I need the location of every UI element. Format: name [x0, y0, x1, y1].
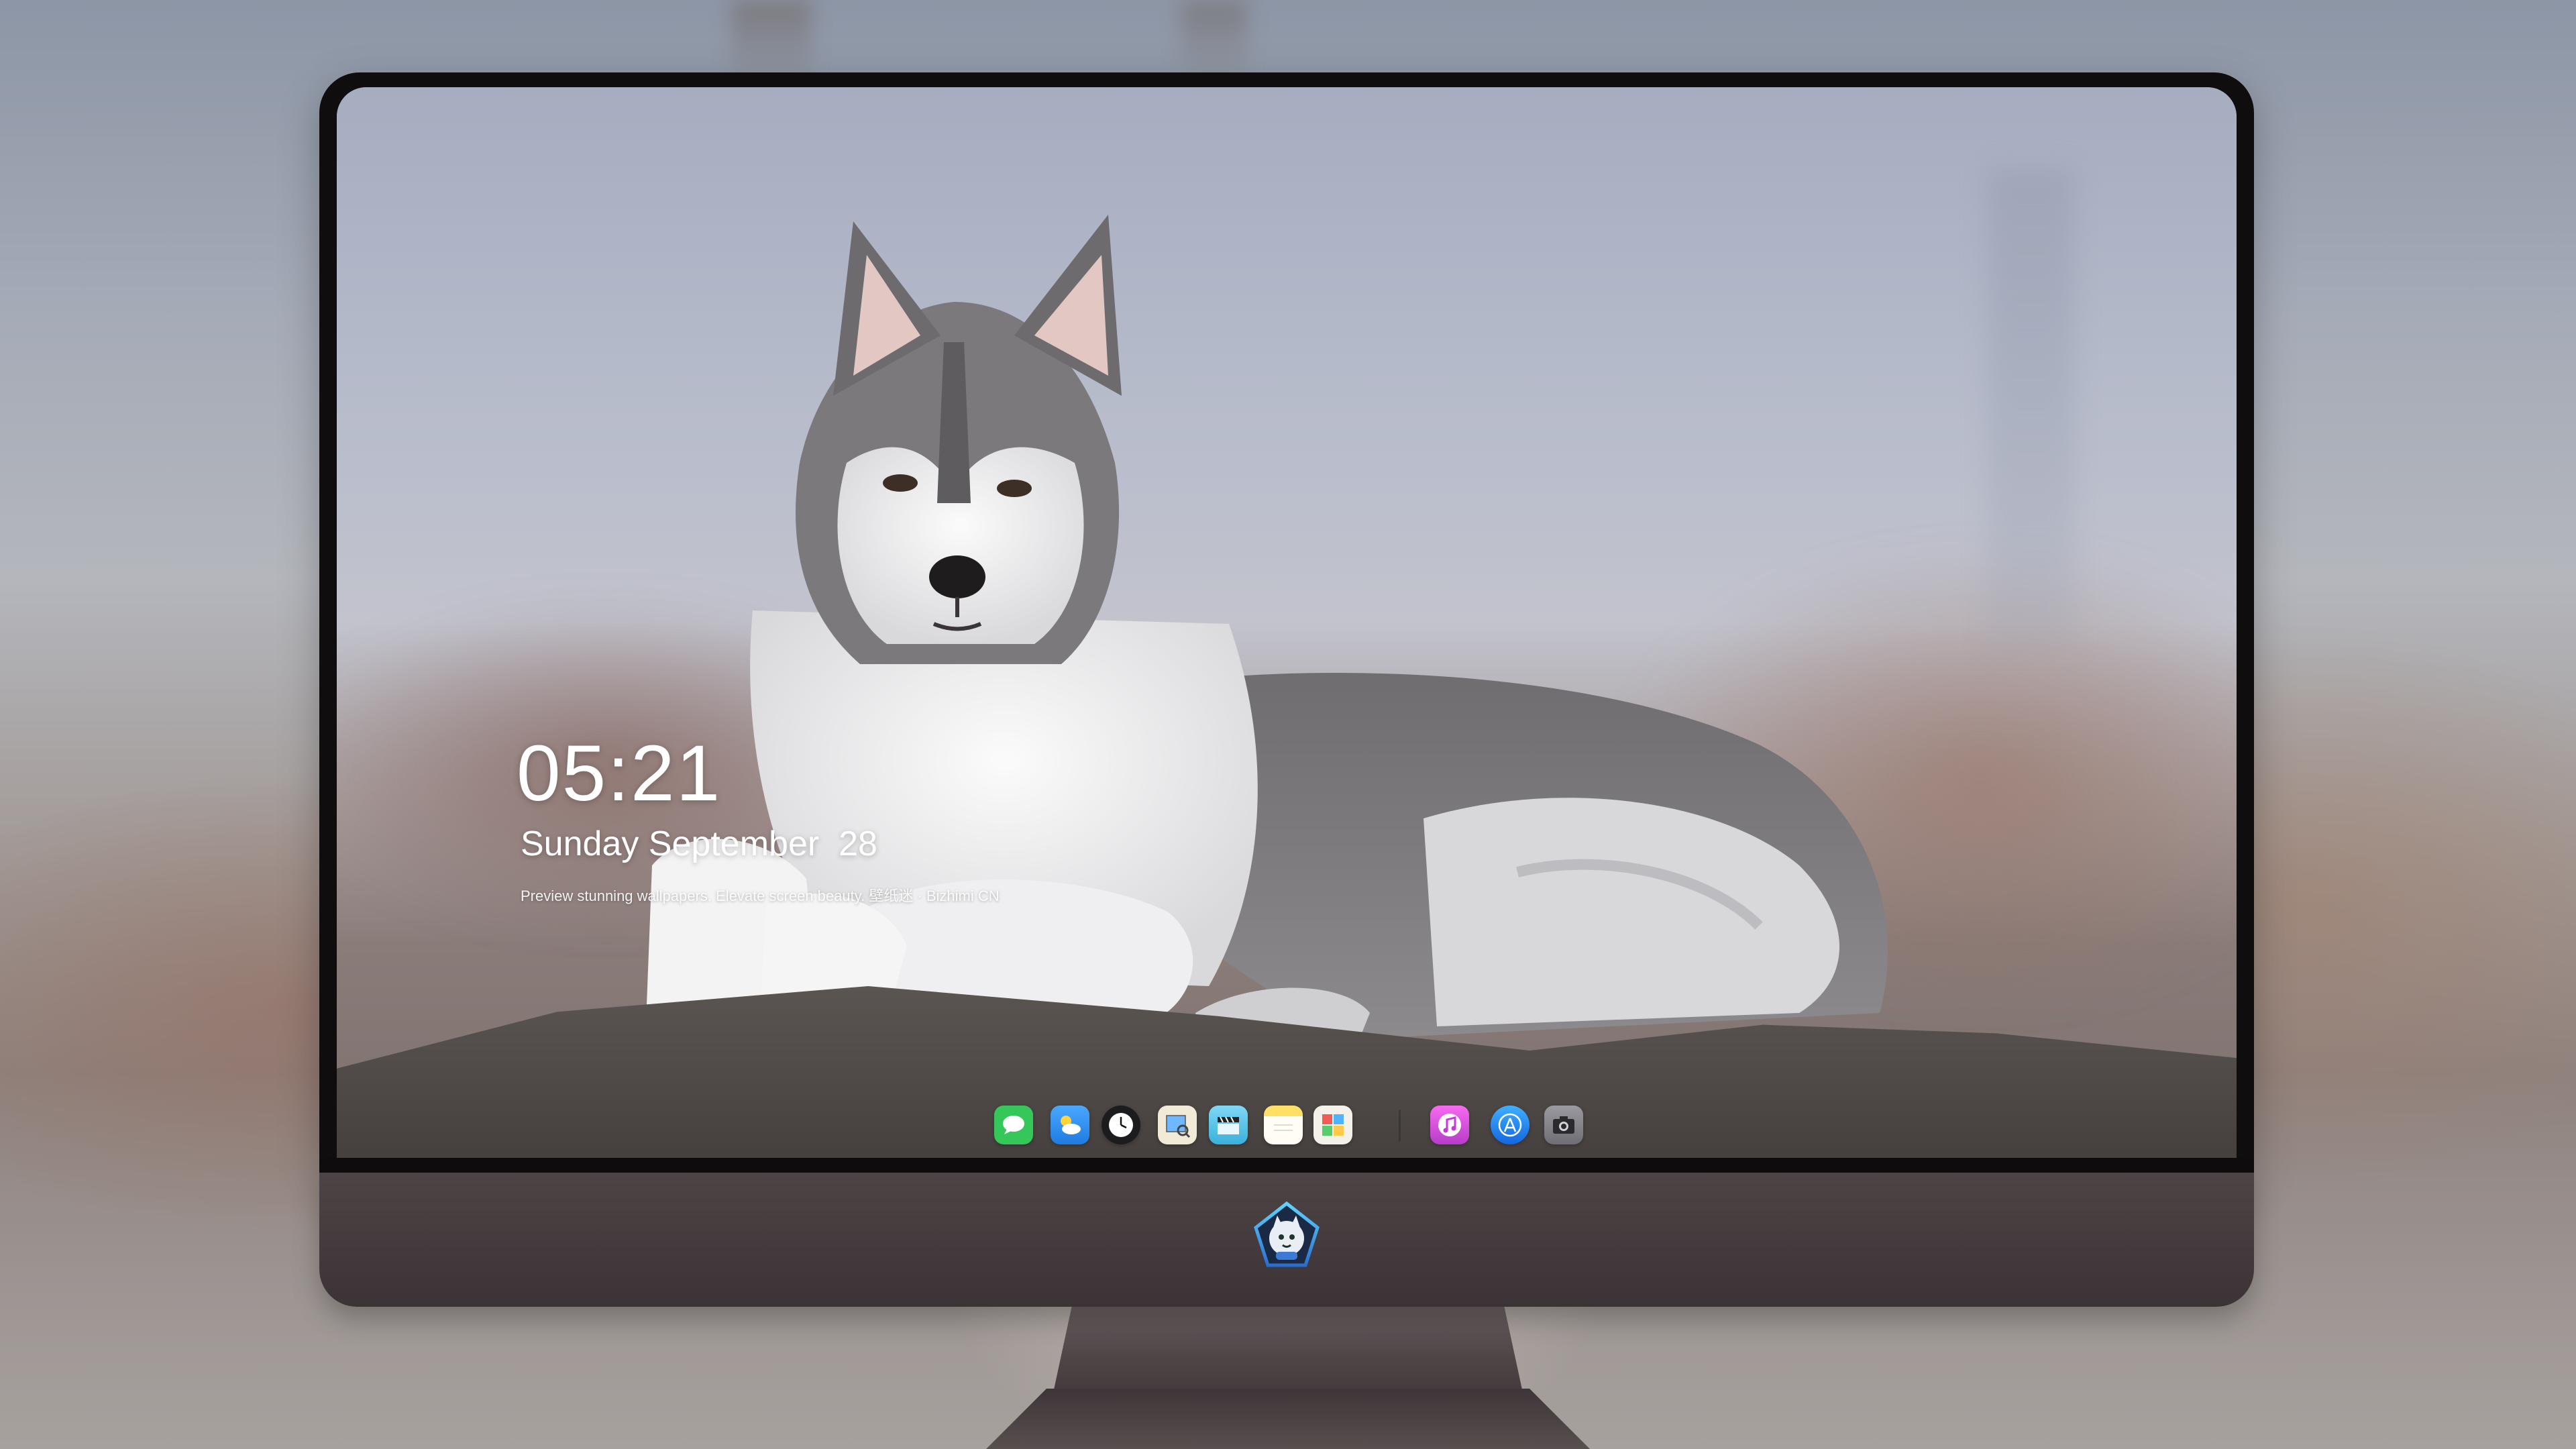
notes-icon[interactable]	[1264, 1106, 1303, 1144]
wallpaper-husky	[645, 215, 1888, 1046]
background-post	[1181, 0, 1248, 80]
preview-icon[interactable]	[1158, 1106, 1197, 1144]
messages-icon[interactable]	[994, 1106, 1033, 1144]
monitor-stand-foot	[986, 1389, 1590, 1449]
monitor: 05:21 Sunday September 28 Preview stunni…	[319, 72, 2254, 1308]
weather-icon[interactable]	[1051, 1106, 1089, 1144]
dock-divider	[1399, 1110, 1401, 1142]
camera-icon[interactable]	[1544, 1106, 1583, 1144]
lock-date: Sunday September 28	[521, 824, 877, 863]
monitor-stand-neck	[1053, 1305, 1523, 1393]
wallpaper-caption: Preview stunning wallpapers. Elevate scr…	[521, 888, 1000, 904]
desktop-screen: 05:21 Sunday September 28 Preview stunni…	[337, 87, 2237, 1158]
dock	[337, 1099, 2237, 1152]
mascot-logo-icon	[1254, 1201, 1320, 1267]
music-icon[interactable]	[1430, 1106, 1469, 1144]
clock-icon[interactable]	[1102, 1106, 1140, 1144]
lock-clock: 05:21	[517, 729, 722, 818]
clips-icon[interactable]	[1209, 1106, 1248, 1144]
app-store-icon[interactable]	[1491, 1106, 1529, 1144]
photo-booth-icon[interactable]	[1313, 1106, 1352, 1144]
